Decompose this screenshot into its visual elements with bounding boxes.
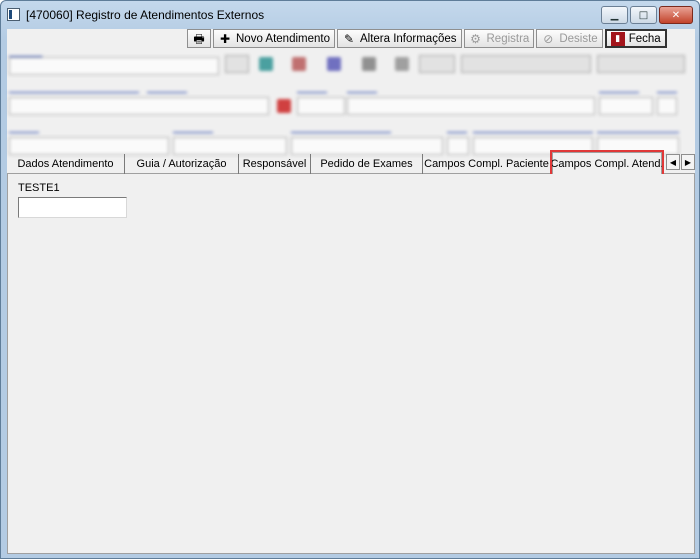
maximize-button[interactable]: □ <box>630 6 657 24</box>
window-title: [470060] Registro de Atendimentos Extern… <box>26 8 265 22</box>
blurred-button <box>225 55 249 73</box>
cancel-icon: ⊘ <box>543 31 554 46</box>
blurred-label <box>597 125 679 133</box>
blurred-field <box>347 97 595 115</box>
blurred-field <box>9 57 219 75</box>
blurred-label <box>291 125 391 133</box>
blurred-button <box>419 55 455 73</box>
tab-dados-atendimento[interactable]: Dados Atendimento <box>7 154 125 174</box>
tab-strip: Dados Atendimento Guia / Autorização Res… <box>7 150 696 177</box>
tab-guia-autorizacao[interactable]: Guia / Autorização <box>125 154 239 174</box>
tab-pedido-de-exames[interactable]: Pedido de Exames <box>311 154 423 174</box>
blurred-label <box>9 85 139 93</box>
tab-panel-campos-compl-atend: TESTE1 <box>7 174 695 554</box>
novo-atendimento-button[interactable]: ✚ Novo Atendimento <box>213 29 335 48</box>
tab-scroll-left-icon[interactable]: ◀ <box>666 154 680 170</box>
blurred-label <box>599 85 639 93</box>
blurred-label <box>147 85 187 93</box>
tab-scroll-right-icon[interactable]: ▶ <box>681 154 695 170</box>
blurred-label <box>173 125 213 133</box>
registra-button[interactable]: ⚙ Registra <box>463 29 535 48</box>
tab-campos-compl-paciente[interactable]: Campos Compl. Paciente <box>423 154 551 174</box>
blurred-field <box>599 97 653 115</box>
fecha-button[interactable]: ▮ Fecha <box>604 29 667 48</box>
blurred-icon <box>259 57 273 71</box>
desiste-label: Desiste <box>559 32 598 45</box>
blurred-field <box>657 97 677 115</box>
close-window-button[interactable]: ✕ <box>659 6 693 24</box>
toolbar: 🖶 ✚ Novo Atendimento ✎ Altera Informaçõe… <box>187 29 669 48</box>
edit-document-icon: ✎ <box>343 31 355 46</box>
app-icon <box>7 8 20 21</box>
new-document-icon: ✚ <box>219 31 231 46</box>
printer-icon: 🖶 <box>193 31 205 46</box>
blurred-form-area: ​ <box>7 47 695 155</box>
tab-responsavel[interactable]: Responsável <box>239 154 311 174</box>
blurred-label <box>297 85 327 93</box>
minimize-button[interactable]: ▁ <box>601 6 628 24</box>
blurred-icon <box>327 57 341 71</box>
teste1-label: TESTE1 <box>18 182 60 194</box>
client-area: 🖶 ✚ Novo Atendimento ✎ Altera Informaçõe… <box>7 29 695 554</box>
blurred-icon <box>362 57 376 71</box>
exit-door-icon: ▮ <box>610 31 625 46</box>
blurred-button <box>597 55 685 73</box>
app-window: [470060] Registro de Atendimentos Extern… <box>0 0 700 559</box>
blurred-label <box>347 85 377 93</box>
teste1-input[interactable] <box>18 197 127 218</box>
blurred-icon <box>292 57 306 71</box>
altera-informacoes-label: Altera Informações <box>359 32 457 45</box>
print-button[interactable]: 🖶 <box>187 29 211 48</box>
blurred-icon <box>395 57 409 71</box>
blurred-label <box>657 85 677 93</box>
registra-label: Registra <box>486 32 530 45</box>
register-icon: ⚙ <box>470 31 481 46</box>
blurred-label <box>473 125 593 133</box>
blurred-field <box>9 97 269 115</box>
blurred-label <box>447 125 467 133</box>
blurred-button <box>461 55 591 73</box>
blurred-label <box>9 125 39 133</box>
title-bar: [470060] Registro de Atendimentos Extern… <box>1 1 699 29</box>
tab-scroll-arrows: ◀ ▶ <box>666 154 696 170</box>
blurred-icon <box>277 99 291 113</box>
novo-atendimento-label: Novo Atendimento <box>236 32 330 45</box>
fecha-label: Fecha <box>628 32 661 45</box>
blurred-field <box>297 97 345 115</box>
altera-informacoes-button[interactable]: ✎ Altera Informações <box>336 29 462 48</box>
tab-campos-compl-atend[interactable]: Campos Compl. Atend. <box>550 150 664 177</box>
desiste-button[interactable]: ⊘ Desiste <box>536 29 603 48</box>
